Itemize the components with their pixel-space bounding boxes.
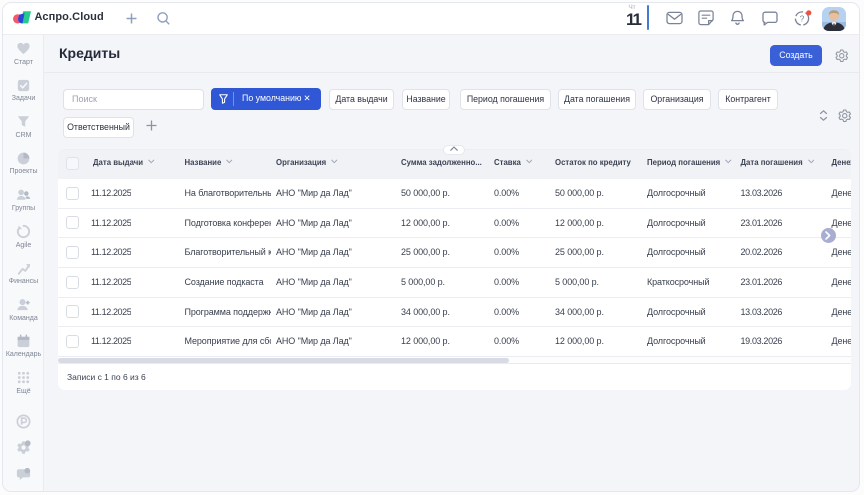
svg-text:?: ? (800, 13, 805, 23)
